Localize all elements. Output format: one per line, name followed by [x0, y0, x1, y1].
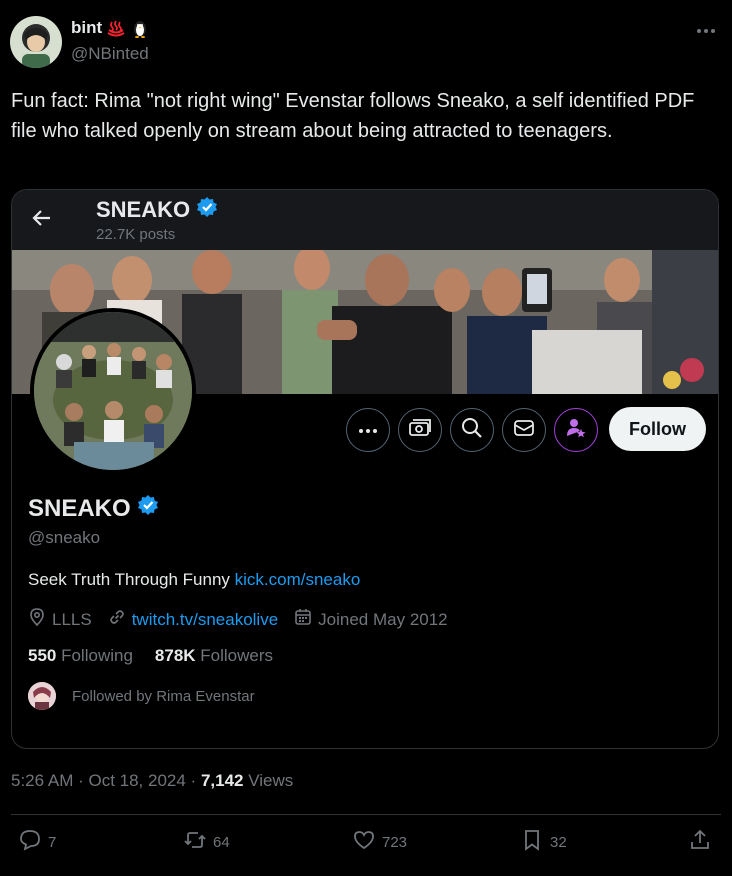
follow-stats: 550 Following 878K Followers: [28, 646, 273, 666]
location-item: LLLS: [28, 608, 92, 631]
like-count: 723: [382, 833, 408, 851]
like-icon: [352, 828, 376, 856]
bio-text: Seek Truth Through Funny: [28, 570, 235, 589]
location-text: LLLS: [52, 609, 92, 629]
back-arrow-icon: [30, 206, 54, 230]
profile-card-header: SNEAKO 22.7K posts: [12, 190, 718, 250]
reply-count: 7: [48, 833, 57, 851]
tip-button[interactable]: [398, 408, 442, 452]
more-icon[interactable]: [696, 18, 716, 39]
views-label: Views: [243, 771, 294, 790]
money-icon: [408, 417, 432, 444]
message-icon: [513, 418, 535, 443]
tweet-actions: 7 64 723 32: [0, 828, 732, 862]
repost-icon: [183, 828, 207, 856]
profile-avatar: [30, 308, 196, 474]
author-name[interactable]: bint: [71, 18, 102, 38]
divider: [11, 814, 721, 815]
profile-bio: Seek Truth Through Funny kick.com/sneako: [28, 570, 360, 590]
joined-item: Joined May 2012: [294, 608, 448, 631]
profile-card-posts: 22.7K posts: [96, 226, 176, 243]
share-button[interactable]: [688, 828, 712, 856]
subscribe-icon: [565, 417, 587, 444]
bookmark-icon: [520, 828, 544, 856]
profile-card-title-text: SNEAKO: [96, 197, 191, 222]
following-label: Following: [56, 646, 133, 665]
reply-icon: [18, 828, 42, 856]
subscribe-button[interactable]: [554, 408, 598, 452]
bio-link: kick.com/sneako: [234, 570, 361, 589]
author-avatar[interactable]: [10, 16, 62, 68]
penguin-icon: [130, 18, 150, 38]
verified-badge-icon: [137, 494, 159, 523]
followers-stat: 878K Followers: [155, 646, 273, 666]
profile-handle: @sneako: [28, 528, 101, 547]
followed-by-text: Followed by Rima Evenstar: [72, 687, 255, 705]
repost-button[interactable]: 64: [183, 828, 230, 856]
reply-button[interactable]: 7: [18, 828, 56, 856]
share-icon: [688, 828, 712, 856]
timestamp-text[interactable]: 5:26 AM · Oct 18, 2024 ·: [11, 771, 201, 790]
profile-name-row: SNEAKO: [28, 494, 159, 523]
bookmark-button[interactable]: 32: [520, 828, 567, 856]
author-avatar-image: [10, 16, 62, 68]
follow-button[interactable]: Follow: [609, 407, 706, 451]
link-icon: [108, 608, 126, 631]
calendar-icon: [294, 608, 312, 631]
message-button[interactable]: [502, 408, 546, 452]
following-count: 550: [28, 646, 57, 665]
follower-avatar: [28, 682, 56, 710]
tweet-timestamp: 5:26 AM · Oct 18, 2024 · 7,142 Views: [11, 771, 293, 791]
search-profile-button[interactable]: [450, 408, 494, 452]
followers-label: Followers: [195, 646, 274, 665]
hot-springs-icon: [106, 18, 126, 38]
ellipsis-icon: [358, 421, 378, 439]
website-item: twitch.tv/sneakolive: [108, 608, 278, 631]
following-stat: 550 Following: [28, 646, 133, 666]
author-handle[interactable]: @NBinted: [71, 44, 149, 64]
profile-card-title: SNEAKO: [96, 196, 218, 224]
more-options-button[interactable]: [346, 408, 390, 452]
joined-text: Joined May 2012: [318, 609, 448, 629]
location-icon: [28, 608, 46, 631]
profile-meta: LLLS twitch.tv/sneakolive Joined May 201…: [28, 608, 464, 631]
profile-name: SNEAKO: [28, 494, 131, 522]
tweet-text: Fun fact: Rima "not right wing" Evenstar…: [11, 90, 695, 142]
author-name-row[interactable]: bint: [71, 18, 150, 38]
views-count: 7,142: [200, 771, 244, 790]
profile-card-image[interactable]: SNEAKO 22.7K posts Follow SNEAKO @sneako…: [11, 189, 719, 749]
repost-count: 64: [213, 833, 230, 851]
bookmark-count: 32: [550, 833, 567, 851]
verified-badge-icon: [196, 196, 218, 224]
followers-count: 878K: [154, 646, 196, 665]
followed-by: Followed by Rima Evenstar: [28, 682, 255, 710]
like-button[interactable]: 723: [352, 828, 407, 856]
search-icon: [461, 417, 483, 444]
website-text: twitch.tv/sneakolive: [131, 609, 279, 629]
